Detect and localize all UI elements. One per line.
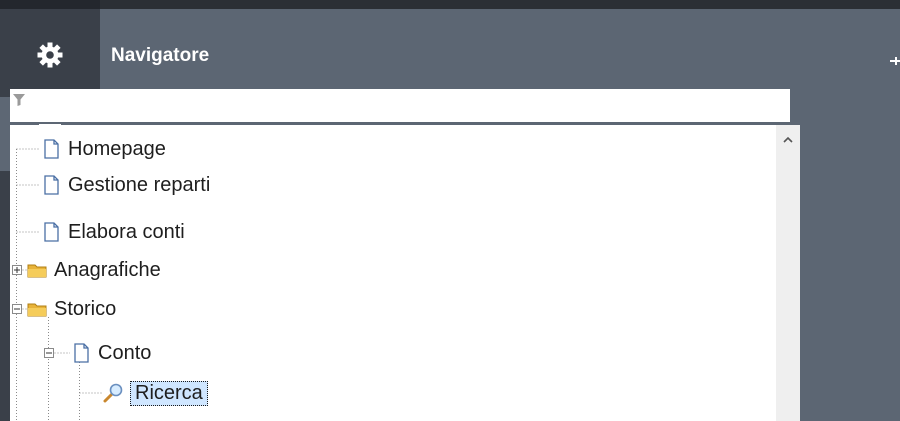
expander-conto[interactable]	[44, 348, 54, 358]
folder-icon	[27, 264, 47, 278]
panel-title: Navigatore	[111, 45, 210, 66]
tree-node-label: Storico	[54, 297, 117, 320]
tree-node-label: Anagrafiche	[54, 258, 161, 281]
filter-bar	[10, 89, 790, 122]
settings-button[interactable]	[0, 20, 100, 90]
page-icon	[44, 175, 59, 195]
search-icon	[103, 383, 123, 403]
tree-node-label: Homepage	[68, 137, 166, 160]
tree-node-gestione-reparti[interactable]: Gestione reparti	[40, 169, 210, 201]
expander-storico[interactable]	[12, 304, 22, 314]
expander-anagrafiche[interactable]	[12, 265, 22, 275]
tree-node-ricerca[interactable]: Ricerca	[102, 377, 208, 409]
tree-node-storico[interactable]: Storico	[26, 293, 116, 325]
tree-node-label: Gestione reparti	[68, 173, 211, 196]
page-icon	[74, 343, 89, 363]
page-icon	[44, 222, 59, 242]
tree-node-conto[interactable]: Conto	[70, 337, 151, 369]
folder-icon	[27, 303, 47, 317]
tree-node-homepage[interactable]: Homepage	[40, 133, 166, 165]
filter-icon[interactable]	[12, 93, 26, 107]
panel-header: Navigatore	[100, 18, 900, 88]
tree-node-elabora-conti[interactable]: Elabora conti	[40, 216, 185, 248]
tree-node-label: Conto	[98, 341, 152, 364]
tree-scrollbar[interactable]	[776, 125, 800, 421]
scroll-up-icon[interactable]	[781, 135, 795, 145]
gear-icon	[37, 42, 63, 68]
navigator-tree: Homepage Gestione reparti Elabora conti …	[10, 125, 776, 421]
page-icon	[44, 139, 59, 159]
tree-node-anagrafiche[interactable]: Anagrafiche	[26, 254, 161, 286]
pin-icon[interactable]	[890, 56, 900, 66]
tree-node-label: Ricerca	[130, 380, 208, 406]
tree-node-label: Elabora conti	[68, 220, 185, 243]
filter-input[interactable]	[36, 92, 776, 118]
